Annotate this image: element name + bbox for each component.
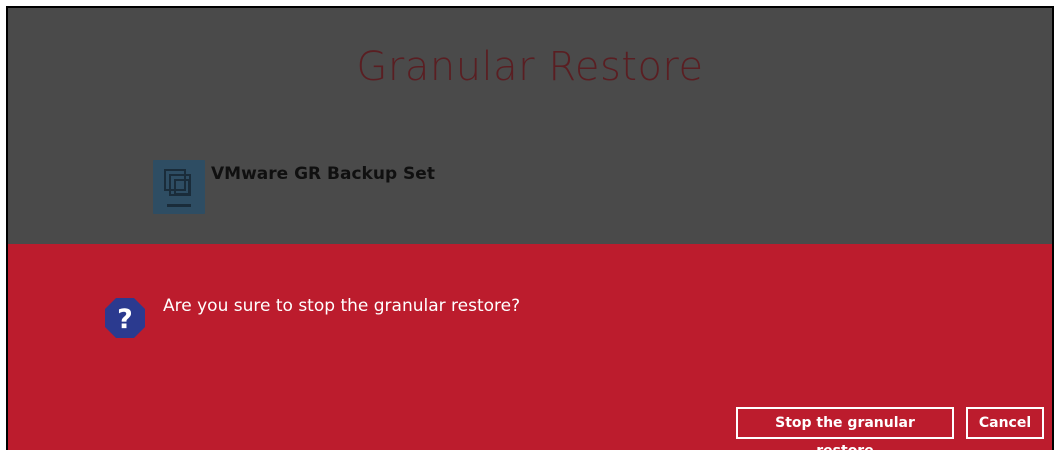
dialog-message: Are you sure to stop the granular restor…	[163, 296, 521, 316]
page-title: Granular Restore	[356, 44, 704, 90]
app-window: Granular Restore VMware GR Backup Set ? …	[6, 6, 1054, 450]
confirm-dialog: ? Are you sure to stop the granular rest…	[8, 244, 1052, 450]
svg-text:?: ?	[117, 304, 133, 335]
dimmed-background: Granular Restore VMware GR Backup Set	[8, 8, 1052, 244]
vmware-backup-set-icon	[153, 160, 205, 214]
stop-granular-restore-button[interactable]: Stop the granular restore	[736, 407, 954, 450]
cancel-button[interactable]: Cancel	[966, 407, 1044, 439]
question-icon: ?	[103, 296, 147, 340]
backup-set-name: VMware GR Backup Set	[211, 164, 435, 184]
